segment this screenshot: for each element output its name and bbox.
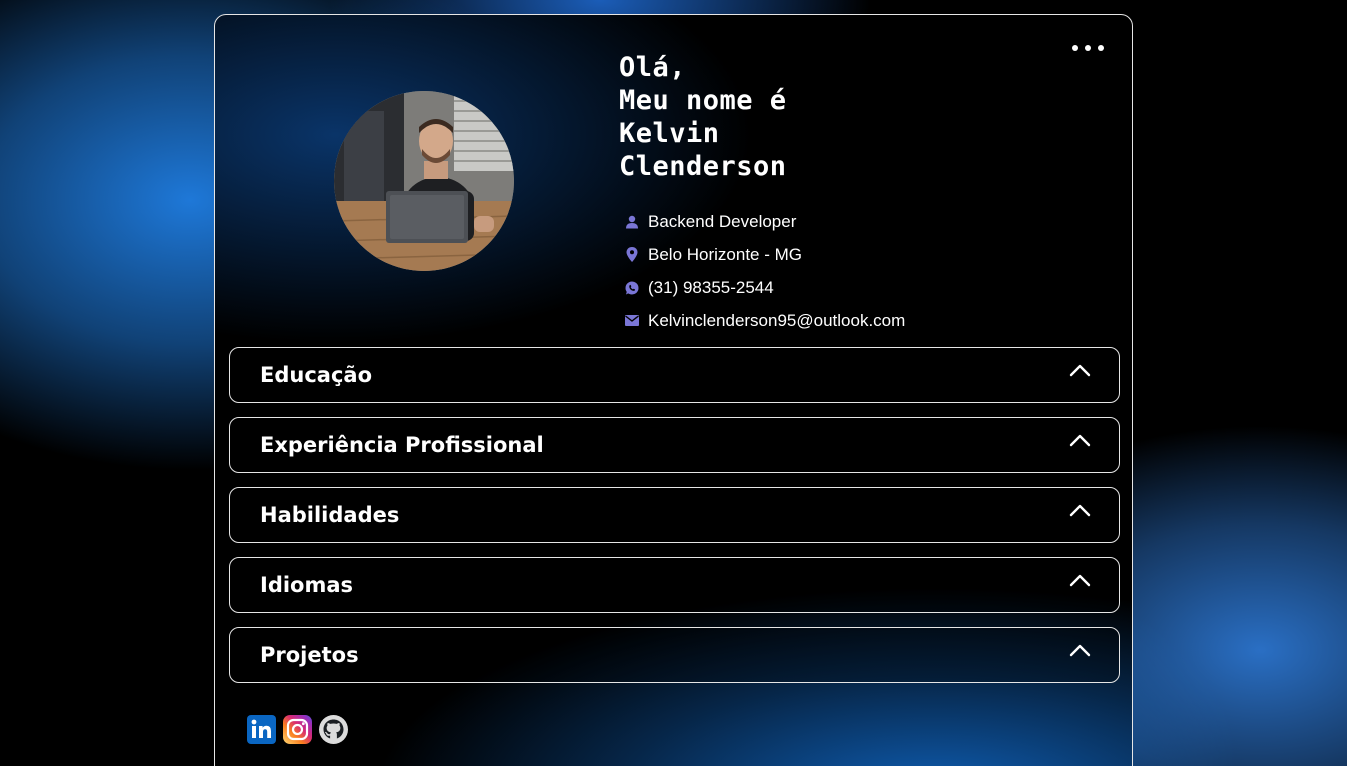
instagram-icon [283, 715, 312, 744]
greeting-line: Kelvin [619, 118, 720, 149]
info-text: Kelvinclenderson95@outlook.com [648, 310, 906, 330]
chevron-up-icon [1069, 504, 1091, 517]
instagram-link[interactable] [283, 715, 312, 744]
profile-card: Olá, Meu nome é Kelvin Clenderson Backen… [214, 14, 1133, 766]
chevron-up-icon [1069, 434, 1091, 447]
info-text: Backend Developer [648, 211, 797, 231]
chevron-up-icon [1069, 574, 1091, 587]
linkedin-icon [247, 715, 276, 744]
menu-dot [1098, 45, 1104, 51]
section-experiencia-profissional[interactable]: Experiência Profissional [229, 417, 1120, 473]
info-item-email: Kelvinclenderson95@outlook.com [624, 304, 905, 337]
social-links [247, 715, 348, 744]
mail-icon [624, 313, 640, 329]
info-item-role: Backend Developer [624, 205, 905, 238]
chevron-up-icon [1069, 364, 1091, 377]
github-icon [319, 715, 348, 744]
section-habilidades[interactable]: Habilidades [229, 487, 1120, 543]
section-educacao[interactable]: Educação [229, 347, 1120, 403]
section-title: Educação [260, 363, 372, 387]
section-title: Projetos [260, 643, 359, 667]
person-icon [624, 214, 640, 230]
more-options-button[interactable] [1072, 43, 1104, 53]
greeting-heading: Olá, Meu nome é Kelvin Clenderson [619, 51, 787, 183]
github-link[interactable] [319, 715, 348, 744]
info-item-phone: (31) 98355-2544 [624, 271, 905, 304]
whatsapp-icon [624, 280, 640, 296]
info-item-location: Belo Horizonte - MG [624, 238, 905, 271]
menu-dot [1085, 45, 1091, 51]
greeting-line: Olá, [619, 52, 687, 83]
location-pin-icon [624, 247, 640, 263]
linkedin-link[interactable] [247, 715, 276, 744]
section-title: Habilidades [260, 503, 400, 527]
section-title: Idiomas [260, 573, 354, 597]
menu-dot [1072, 45, 1078, 51]
greeting-line: Meu nome é [619, 85, 787, 116]
info-text: (31) 98355-2544 [648, 277, 774, 297]
info-text: Belo Horizonte - MG [648, 244, 802, 264]
greeting-line: Clenderson [619, 151, 787, 182]
chevron-up-icon [1069, 644, 1091, 657]
section-idiomas[interactable]: Idiomas [229, 557, 1120, 613]
section-projetos[interactable]: Projetos [229, 627, 1120, 683]
profile-photo [334, 91, 514, 271]
section-title: Experiência Profissional [260, 433, 544, 457]
profile-photo-image [334, 91, 514, 271]
contact-info-list: Backend Developer Belo Horizonte - MG (3… [624, 205, 905, 337]
